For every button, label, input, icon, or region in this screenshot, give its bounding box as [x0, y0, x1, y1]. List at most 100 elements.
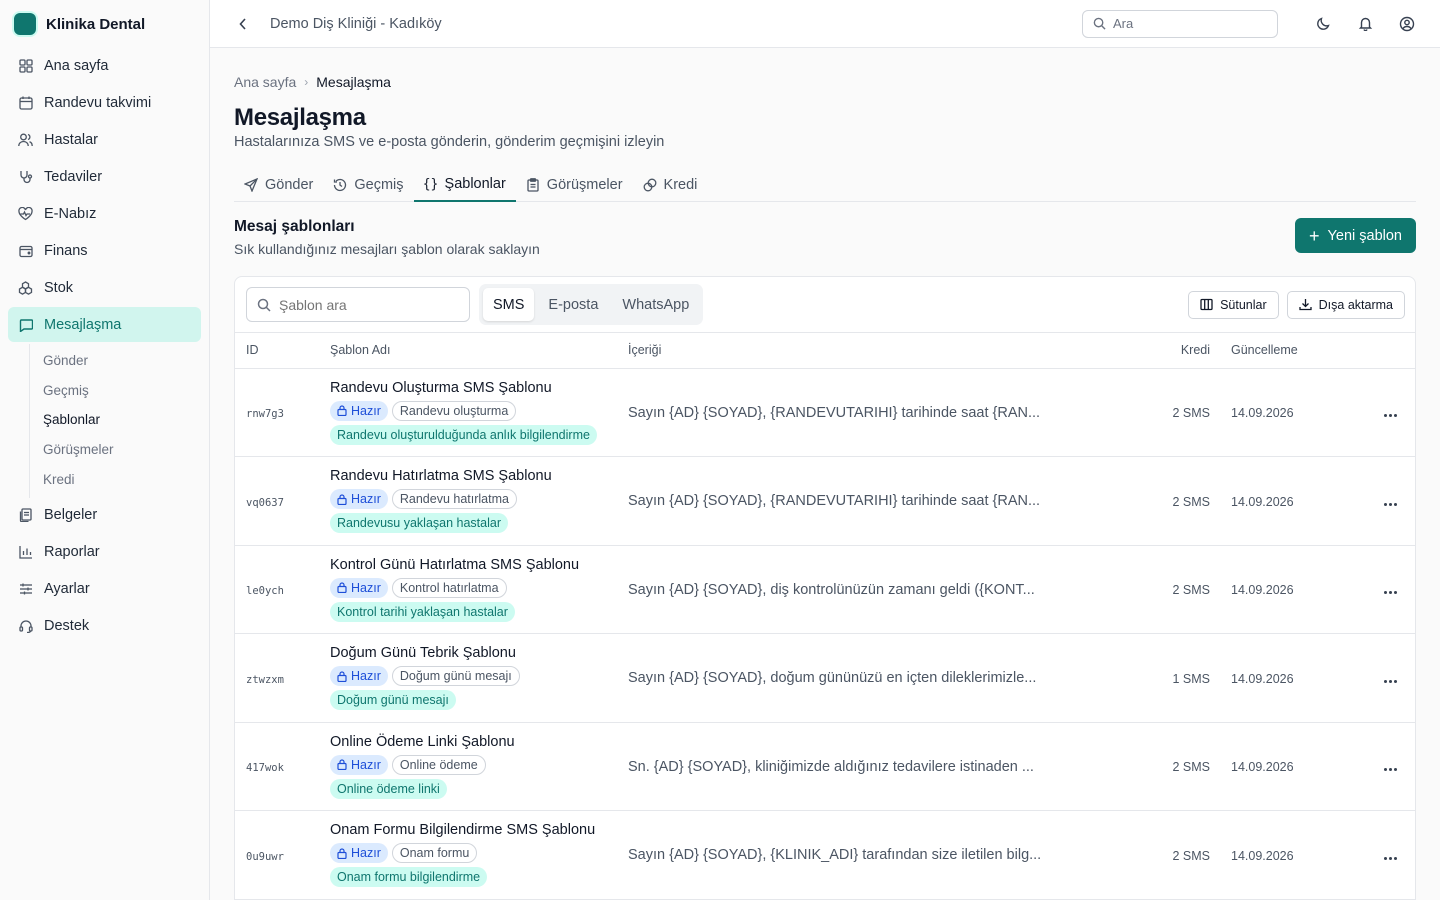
sidebar-subitem-gorusmeler[interactable]: Görüşmeler [30, 435, 201, 465]
template-name[interactable]: Online Ödeme Linki Şablonu [330, 734, 628, 750]
export-button[interactable]: Dışa aktarma [1286, 290, 1405, 319]
history-icon [333, 178, 347, 192]
lock-icon [337, 405, 347, 417]
columns-button[interactable]: Sütunlar [1188, 290, 1279, 319]
profile-button[interactable] [1394, 11, 1420, 37]
more-actions-icon[interactable] [1384, 679, 1397, 683]
sidebar-subnav: Gönder Geçmiş Şablonlar Görüşmeler Kredi [29, 344, 201, 498]
template-content: Sayın {AD} {SOYAD}, {KLINIK_ADI} tarafın… [628, 847, 1042, 864]
sidebar-item-ana-sayfa[interactable]: Ana sayfa [8, 48, 201, 83]
template-name[interactable]: Randevu Hatırlatma SMS Şablonu [330, 468, 628, 484]
sidebar-subitem-sablonlar[interactable]: Şablonlar [30, 405, 201, 435]
header-content[interactable]: İçeriği [628, 333, 1148, 369]
template-name[interactable]: Randevu Oluşturma SMS Şablonu [330, 380, 628, 396]
tab-label: Geçmiş [354, 177, 404, 193]
download-icon [1299, 299, 1312, 311]
table-row[interactable]: ztwzxm Doğum Günü Tebrik Şablonu Hazır D… [235, 633, 1415, 723]
tab-gecmis[interactable]: Geçmiş [323, 168, 413, 202]
row-badges: Hazır Online ödeme [330, 754, 628, 775]
tab-gonder[interactable]: Gönder [234, 168, 323, 202]
table-row[interactable]: le0ych Kontrol Günü Hatırlatma SMS Şablo… [235, 545, 1415, 634]
tab-gorusmeler[interactable]: Görüşmeler [516, 168, 633, 202]
header-credit[interactable]: Kredi [1148, 333, 1210, 369]
more-actions-icon[interactable] [1384, 591, 1397, 595]
template-name[interactable]: Kontrol Günü Hatırlatma SMS Şablonu [330, 557, 628, 573]
sidebar-item-finans[interactable]: Finans [8, 233, 201, 268]
section-subtitle: Sık kullandığınız mesajları şablon olara… [234, 241, 540, 257]
header-actions [1330, 333, 1415, 369]
sidebar-subitem-gecmis[interactable]: Geçmiş [30, 376, 201, 406]
brand[interactable]: Klinika Dental [0, 0, 209, 48]
sidebar-item-label: Belgeler [44, 507, 98, 524]
header-updated[interactable]: Güncelleme [1210, 333, 1330, 369]
sidebar-subitem-kredi[interactable]: Kredi [30, 464, 201, 494]
template-search-input[interactable] [279, 296, 449, 313]
tab-sablonlar[interactable]: {} Şablonlar [413, 168, 516, 202]
template-content: Sayın {AD} {SOYAD}, doğum gününüzü en iç… [628, 670, 1037, 687]
tab-kredi[interactable]: Kredi [633, 168, 708, 202]
sidebar-item-tedaviler[interactable]: Tedaviler [8, 159, 201, 194]
moon-icon [1316, 17, 1330, 30]
tab-label: Gönder [265, 177, 314, 193]
user-circle-icon [1399, 16, 1415, 31]
topbar: Demo Diş Kliniği - Kadıköy Ara [210, 0, 1440, 48]
sidebar-nav: Ana sayfa Randevu takvimi Hastalar Tedav… [0, 48, 209, 644]
status-badge: Hazır [330, 489, 388, 510]
template-content: Sayın {AD} {SOYAD}, {RANDEVUTARIHI} tari… [628, 493, 1041, 510]
sidebar-item-ayarlar[interactable]: Ayarlar [8, 572, 201, 607]
sidebar-item-label: Mesajlaşma [44, 316, 122, 333]
template-updated: 14.09.2026 [1231, 583, 1294, 598]
table-row[interactable]: 417wok Online Ödeme Linki Şablonu Hazır … [235, 722, 1415, 811]
template-updated: 14.09.2026 [1231, 406, 1294, 421]
global-search-input[interactable]: Ara [1082, 9, 1278, 38]
more-actions-icon[interactable] [1384, 414, 1397, 418]
page-subtitle: Hastalarınıza SMS ve e-posta gönderin, g… [234, 134, 665, 150]
sidebar-item-mesajlasma[interactable]: Mesajlaşma [8, 307, 201, 342]
sidebar-item-hastalar[interactable]: Hastalar [8, 122, 201, 157]
sidebar-item-stok[interactable]: Stok [8, 270, 201, 305]
templates-card: SMS E-posta WhatsApp Sütunlar Dışa aktar… [234, 276, 1416, 900]
new-template-label: Yeni şablon [1327, 227, 1402, 244]
row-badges: Hazır Doğum günü mesajı [330, 666, 628, 687]
template-updated: 14.09.2026 [1231, 494, 1294, 509]
channel-sms[interactable]: SMS [483, 288, 535, 321]
send-icon [244, 178, 258, 192]
table-row[interactable]: rnw7g3 Randevu Oluşturma SMS Şablonu Haz… [235, 368, 1415, 457]
notifications-button[interactable] [1352, 11, 1378, 37]
category-badge: Randevu hatırlatma [391, 489, 517, 510]
status-label: Hazır [351, 580, 381, 595]
template-name[interactable]: Doğum Günü Tebrik Şablonu [330, 645, 628, 661]
sidebar-item-belgeler[interactable]: Belgeler [8, 498, 201, 533]
more-actions-icon[interactable] [1384, 502, 1397, 506]
table-toolbar: SMS E-posta WhatsApp Sütunlar Dışa aktar… [235, 277, 1415, 333]
sidebar-item-randevu-takvimi[interactable]: Randevu takvimi [8, 85, 201, 120]
channel-whatsapp[interactable]: WhatsApp [612, 288, 699, 321]
more-actions-icon[interactable] [1384, 768, 1397, 772]
new-template-button[interactable]: + Yeni şablon [1295, 218, 1416, 253]
message-icon [18, 317, 33, 332]
row-id: ztwzxm [246, 673, 284, 686]
row-id: rnw7g3 [246, 408, 284, 421]
channel-eposta[interactable]: E-posta [538, 288, 608, 321]
theme-toggle-button[interactable] [1310, 11, 1336, 37]
header-id[interactable]: ID [235, 333, 330, 369]
page-title: Mesajlaşma [234, 104, 366, 131]
template-search [246, 287, 470, 322]
sidebar-subitem-gonder[interactable]: Gönder [30, 346, 201, 376]
template-name[interactable]: Onam Formu Bilgilendirme SMS Şablonu [330, 822, 628, 838]
clipboard-icon [526, 178, 540, 192]
sidebar-item-label: Ayarlar [44, 581, 90, 598]
breadcrumb-root[interactable]: Ana sayfa [234, 74, 296, 90]
table-row[interactable]: vq0637 Randevu Hatırlatma SMS Şablonu Ha… [235, 456, 1415, 546]
sidebar-item-e-nabiz[interactable]: E-Nabız [8, 196, 201, 231]
sidebar-item-destek[interactable]: Destek [8, 609, 201, 644]
back-button[interactable] [234, 15, 252, 33]
template-credit: 2 SMS [1172, 760, 1210, 775]
template-updated: 14.09.2026 [1231, 760, 1294, 775]
table-row[interactable]: 0u9uwr Onam Formu Bilgilendirme SMS Şabl… [235, 810, 1415, 900]
more-actions-icon[interactable] [1384, 856, 1397, 860]
tag-badge: Online ödeme linki [330, 778, 447, 799]
clinic-name[interactable]: Demo Diş Kliniği - Kadıköy [270, 16, 442, 32]
sidebar-item-raporlar[interactable]: Raporlar [8, 535, 201, 570]
header-name[interactable]: Şablon Adı [330, 333, 628, 369]
